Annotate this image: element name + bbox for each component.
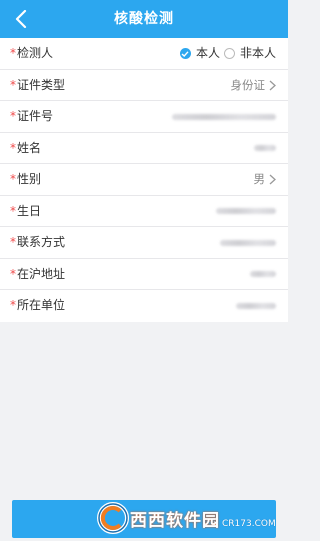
contact-label: 联系方式 (17, 235, 66, 249)
address-label: 在沪地址 (17, 266, 66, 281)
row-id-type[interactable]: *证件类型 身份证 (0, 70, 288, 101)
option-self-label[interactable]: 本人 (196, 38, 220, 70)
chevron-right-icon (269, 80, 276, 91)
name-value-redacted (254, 145, 276, 152)
gender-value: 男 (253, 172, 266, 186)
row-detect-person: *检测人 本人 非本人 (0, 38, 288, 70)
required-mark: * (10, 77, 16, 92)
radio-self[interactable] (179, 48, 191, 60)
required-mark: * (10, 266, 16, 281)
detect-person-radio-group: 本人 非本人 (179, 38, 276, 70)
id-number-label: 证件号 (17, 109, 54, 123)
watermark-text-cn: 西西软件园 (130, 510, 220, 531)
row-id-number[interactable]: *证件号 (0, 101, 288, 133)
required-mark: * (10, 235, 16, 249)
app-header: 核酸检测 (0, 0, 288, 38)
address-value-redacted (250, 271, 276, 278)
required-mark: * (10, 203, 16, 218)
detect-person-label: 检测人 (17, 46, 54, 60)
gender-label: 性别 (17, 172, 42, 186)
row-name[interactable]: *姓名 (0, 133, 288, 164)
watermark-text-en: CR173.COM (222, 519, 276, 529)
option-other-label[interactable]: 非本人 (240, 38, 276, 70)
row-birthday[interactable]: *生日 (0, 196, 288, 227)
row-gender[interactable]: *性别 男 (0, 164, 288, 196)
nucleic-test-form: *检测人 本人 非本人 *证件类型 身份证 *证件号 *姓名 *性别 男 *生日… (0, 38, 288, 322)
row-address[interactable]: *在沪地址 (0, 259, 288, 290)
id-number-value-redacted (172, 113, 276, 120)
required-mark: * (10, 140, 16, 155)
employer-label: 所在单位 (17, 298, 66, 312)
page-title: 核酸检测 (114, 11, 174, 27)
name-label: 姓名 (17, 140, 42, 155)
birthday-value-redacted (216, 208, 276, 215)
required-mark: * (10, 109, 16, 123)
radio-other[interactable] (223, 48, 235, 60)
required-mark: * (10, 172, 16, 186)
contact-value-redacted (220, 239, 276, 246)
watermark-logo-icon (97, 502, 129, 534)
site-watermark: 西西软件园 CR173.COM (96, 498, 276, 538)
employer-value-redacted (236, 302, 276, 309)
required-mark: * (10, 46, 16, 60)
id-type-label: 证件类型 (17, 77, 66, 92)
birthday-label: 生日 (17, 203, 42, 218)
row-contact[interactable]: *联系方式 (0, 227, 288, 259)
row-employer[interactable]: *所在单位 (0, 290, 288, 322)
chevron-right-icon (269, 174, 276, 185)
id-type-value: 身份证 (230, 77, 266, 92)
required-mark: * (10, 298, 16, 312)
check-icon (181, 51, 189, 57)
